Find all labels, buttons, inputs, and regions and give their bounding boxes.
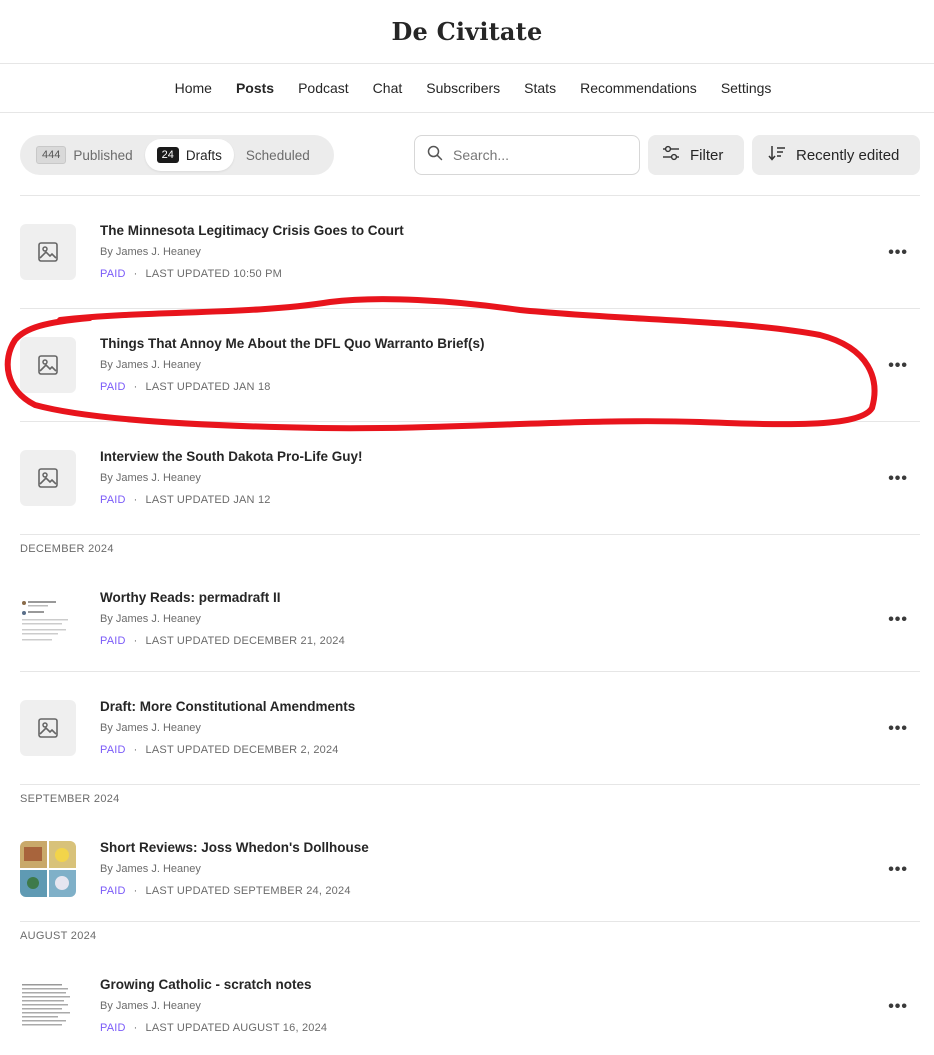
post-author: By James J. Heaney xyxy=(100,722,201,734)
post-title[interactable]: Interview the South Dakota Pro-Life Guy! xyxy=(100,449,363,464)
post-controls: 444 Published 24 Drafts Scheduled Filter… xyxy=(20,135,920,175)
post-title[interactable]: The Minnesota Legitimacy Crisis Goes to … xyxy=(100,223,404,238)
section-header: DECEMBER 2024 xyxy=(20,543,114,555)
image-placeholder-icon xyxy=(20,337,76,393)
drafts-count: 24 xyxy=(156,147,179,163)
post-list: The Minnesota Legitimacy Crisis Goes to … xyxy=(20,195,920,1055)
nav-home[interactable]: Home xyxy=(175,80,212,96)
sliders-icon xyxy=(662,145,680,165)
separator: · xyxy=(133,885,138,897)
image-placeholder-icon xyxy=(20,700,76,756)
section-header: SEPTEMBER 2024 xyxy=(20,793,120,805)
last-updated: LAST UPDATED JAN 12 xyxy=(145,494,271,506)
more-options-icon[interactable]: ••• xyxy=(888,861,908,879)
paid-badge: PAID xyxy=(100,885,126,897)
more-options-icon[interactable]: ••• xyxy=(888,611,908,629)
list-item[interactable]: Interview the South Dakota Pro-Life Guy!… xyxy=(20,422,920,535)
separator: · xyxy=(133,268,138,280)
post-title[interactable]: Growing Catholic - scratch notes xyxy=(100,977,312,992)
last-updated: LAST UPDATED AUGUST 16, 2024 xyxy=(145,1022,328,1034)
nav-stats[interactable]: Stats xyxy=(524,80,556,96)
sort-button[interactable]: Recently edited xyxy=(752,135,920,175)
more-options-icon[interactable]: ••• xyxy=(888,244,908,262)
post-meta: PAID · LAST UPDATED AUGUST 16, 2024 xyxy=(100,1022,327,1034)
search-icon xyxy=(427,145,443,166)
published-count: 444 xyxy=(36,146,67,164)
post-meta: PAID · LAST UPDATED JAN 18 xyxy=(100,381,271,393)
more-options-icon[interactable]: ••• xyxy=(888,470,908,488)
post-thumbnail xyxy=(20,841,76,897)
post-title[interactable]: Things That Annoy Me About the DFL Quo W… xyxy=(100,336,484,351)
last-updated: LAST UPDATED DECEMBER 21, 2024 xyxy=(145,635,345,647)
paid-badge: PAID xyxy=(100,381,126,393)
image-placeholder-icon xyxy=(20,450,76,506)
paid-badge: PAID xyxy=(100,268,126,280)
more-options-icon[interactable]: ••• xyxy=(888,998,908,1016)
tab-scheduled-label: Scheduled xyxy=(245,147,310,163)
last-updated: LAST UPDATED 10:50 PM xyxy=(145,268,282,280)
post-meta: PAID · LAST UPDATED DECEMBER 21, 2024 xyxy=(100,635,345,647)
post-meta: PAID · LAST UPDATED DECEMBER 2, 2024 xyxy=(100,744,339,756)
filter-button[interactable]: Filter xyxy=(648,135,744,175)
separator: · xyxy=(133,494,138,506)
separator: · xyxy=(133,381,138,393)
tab-drafts[interactable]: 24 Drafts xyxy=(144,139,234,171)
search-box[interactable] xyxy=(414,135,640,175)
site-header: De Civitate xyxy=(0,0,934,64)
separator: · xyxy=(133,1022,138,1034)
nav-posts[interactable]: Posts xyxy=(236,80,274,96)
paid-badge: PAID xyxy=(100,1022,126,1034)
search-input[interactable] xyxy=(453,147,613,163)
tab-scheduled[interactable]: Scheduled xyxy=(234,139,322,171)
post-meta: PAID · LAST UPDATED 10:50 PM xyxy=(100,268,282,280)
post-author: By James J. Heaney xyxy=(100,246,201,258)
post-author: By James J. Heaney xyxy=(100,1000,201,1012)
tab-published-label: Published xyxy=(73,147,133,163)
separator: · xyxy=(133,744,138,756)
more-options-icon[interactable]: ••• xyxy=(888,357,908,375)
more-options-icon[interactable]: ••• xyxy=(888,720,908,738)
tab-published[interactable]: 444 Published xyxy=(24,139,145,171)
image-placeholder-icon xyxy=(20,224,76,280)
nav-podcast[interactable]: Podcast xyxy=(298,80,349,96)
tab-drafts-label: Drafts xyxy=(185,147,222,163)
list-item[interactable]: Growing Catholic - scratch notes By Jame… xyxy=(20,950,920,1055)
post-thumbnail xyxy=(20,978,76,1034)
post-author: By James J. Heaney xyxy=(100,359,201,371)
filter-label: Filter xyxy=(690,146,724,164)
post-thumbnail xyxy=(20,591,76,647)
main-nav: Home Posts Podcast Chat Subscribers Stat… xyxy=(0,64,934,113)
paid-badge: PAID xyxy=(100,494,126,506)
post-meta: PAID · LAST UPDATED SEPTEMBER 24, 2024 xyxy=(100,885,351,897)
sort-icon xyxy=(768,144,786,166)
post-author: By James J. Heaney xyxy=(100,613,201,625)
list-item[interactable]: Things That Annoy Me About the DFL Quo W… xyxy=(20,309,920,422)
paid-badge: PAID xyxy=(100,744,126,756)
nav-chat[interactable]: Chat xyxy=(373,80,403,96)
paid-badge: PAID xyxy=(100,635,126,647)
post-meta: PAID · LAST UPDATED JAN 12 xyxy=(100,494,271,506)
post-author: By James J. Heaney xyxy=(100,863,201,875)
sort-label: Recently edited xyxy=(796,146,900,164)
site-title[interactable]: De Civitate xyxy=(392,17,543,46)
nav-recommendations[interactable]: Recommendations xyxy=(580,80,697,96)
status-tabs: 444 Published 24 Drafts Scheduled xyxy=(20,135,334,175)
post-title[interactable]: Draft: More Constitutional Amendments xyxy=(100,699,355,714)
separator: · xyxy=(133,635,138,647)
nav-subscribers[interactable]: Subscribers xyxy=(426,80,500,96)
last-updated: LAST UPDATED DECEMBER 2, 2024 xyxy=(145,744,339,756)
post-title[interactable]: Worthy Reads: permadraft II xyxy=(100,590,281,605)
post-author: By James J. Heaney xyxy=(100,472,201,484)
list-item[interactable]: Draft: More Constitutional Amendments By… xyxy=(20,672,920,785)
list-item[interactable]: Worthy Reads: permadraft II By James J. … xyxy=(20,563,920,672)
post-title[interactable]: Short Reviews: Joss Whedon's Dollhouse xyxy=(100,840,369,855)
list-item[interactable]: Short Reviews: Joss Whedon's Dollhouse B… xyxy=(20,813,920,922)
last-updated: LAST UPDATED SEPTEMBER 24, 2024 xyxy=(145,885,351,897)
nav-settings[interactable]: Settings xyxy=(721,80,772,96)
list-item[interactable]: The Minnesota Legitimacy Crisis Goes to … xyxy=(20,196,920,309)
section-header: AUGUST 2024 xyxy=(20,930,97,942)
last-updated: LAST UPDATED JAN 18 xyxy=(145,381,271,393)
